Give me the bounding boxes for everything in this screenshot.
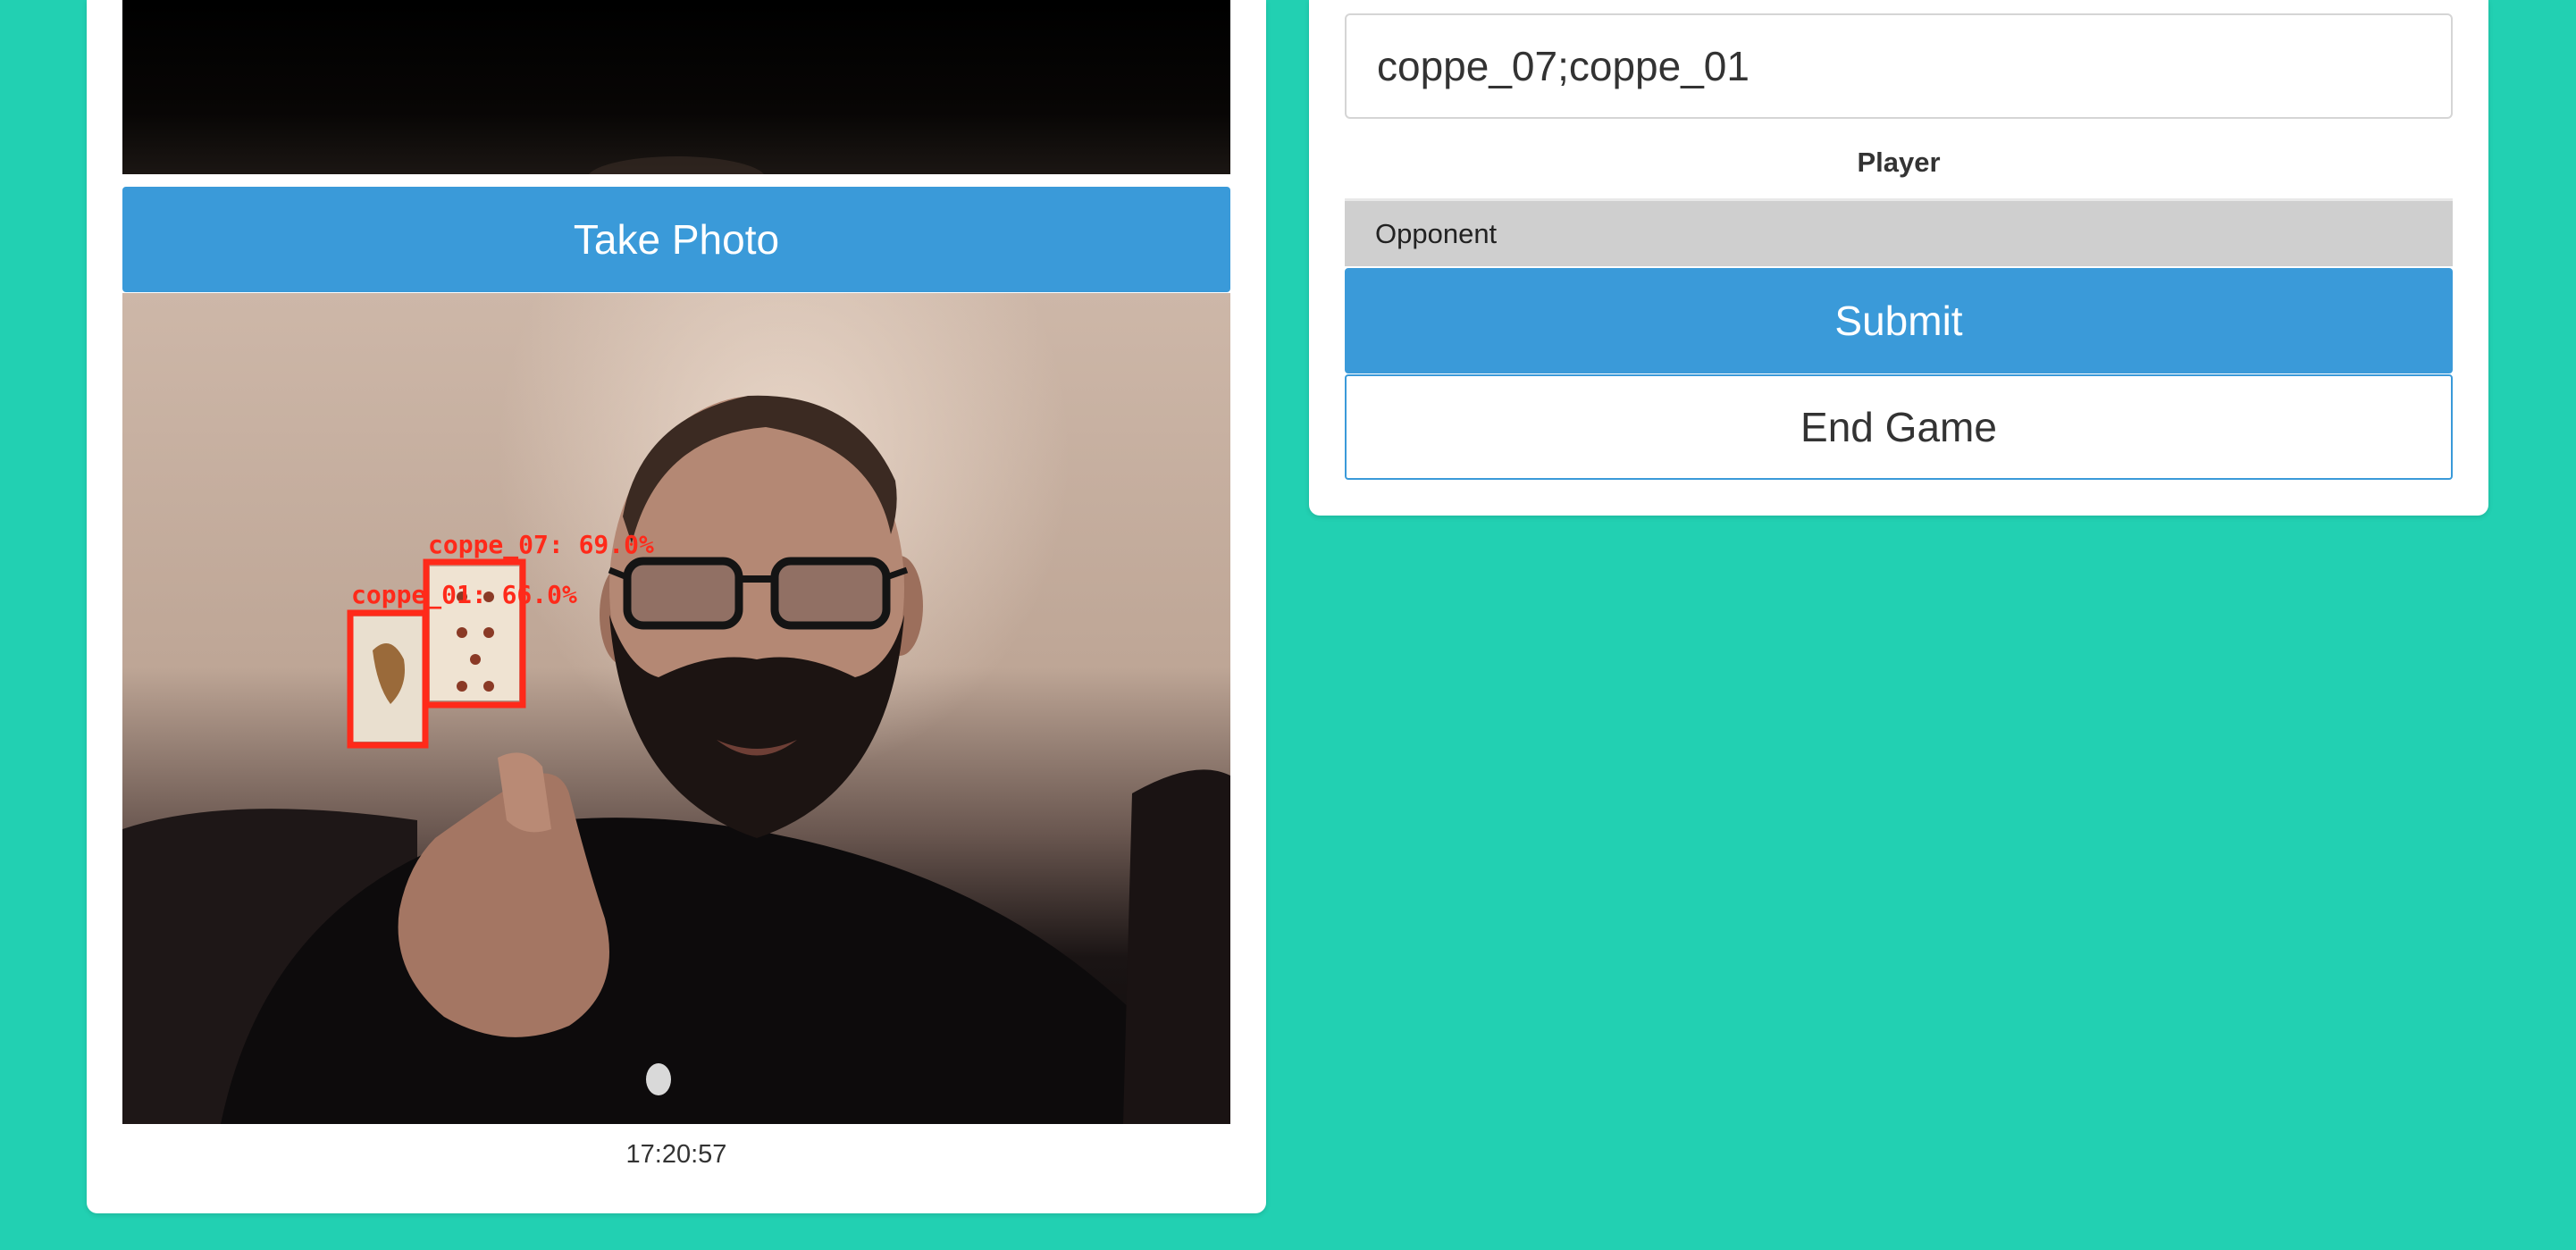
player-label: Player [1857,147,1941,178]
submit-button[interactable]: Submit [1345,268,2453,373]
end-game-button[interactable]: End Game [1345,374,2453,480]
player-select-value: Opponent [1375,217,1498,249]
captured-photo: coppe_07: 69.0% coppe_01: 66.0% [122,293,1230,1124]
captured-photo-scene [122,395,1230,1124]
detection-label-coppe-07: coppe_07: 69.0% [428,530,654,559]
take-photo-button[interactable]: Take Photo [122,187,1230,292]
game-form-card: Player Opponent Submit End Game [1309,0,2488,516]
photo-timestamp: 17:20:57 [625,1140,727,1169]
webcam-live-feed [122,0,1230,174]
detected-cards-input[interactable] [1345,13,2453,119]
player-select[interactable]: Opponent [1345,198,2453,266]
camera-card: Take Photo coppe_07: 69.0% coppe_01: 66.… [87,0,1266,1213]
detection-label-coppe-01: coppe_01: 66.0% [351,580,577,609]
